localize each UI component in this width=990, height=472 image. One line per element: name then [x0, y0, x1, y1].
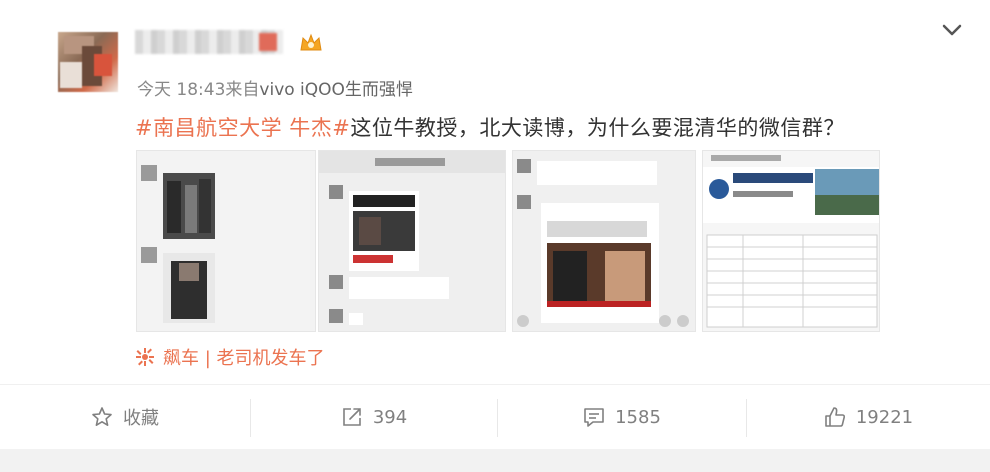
topic-sublabel: 老司机发车了	[216, 348, 325, 369]
favorite-button[interactable]: 收藏	[0, 385, 250, 449]
topic-label: 飙车	[163, 348, 199, 369]
favorite-label: 收藏	[123, 408, 159, 429]
like-button[interactable]: 19221	[747, 385, 990, 449]
chevron-down-icon[interactable]	[938, 16, 966, 44]
comment-button[interactable]: 1585	[498, 385, 746, 449]
hashtag-link[interactable]: #南昌航空大学 牛杰#	[135, 116, 350, 140]
post-meta: 今天 18:43来自vivo iQOO生而强悍	[137, 75, 413, 100]
post-from-label: 来自	[225, 80, 260, 100]
image-thumbnail-2[interactable]	[318, 150, 506, 332]
crown-icon[interactable]	[298, 32, 324, 54]
bottom-strip	[0, 449, 990, 472]
post-body: 这位牛教授，北大读博，为什么要混清华的微信群？	[350, 116, 845, 140]
post-time[interactable]: 今天 18:43	[137, 80, 225, 100]
gear-icon	[136, 348, 154, 366]
weibo-post-card: 今天 18:43来自vivo iQOO生而强悍 #南昌航空大学 牛杰#这位牛教授…	[0, 0, 990, 472]
topic-tag[interactable]: 飙车 | 老司机发车了	[135, 344, 325, 370]
image-thumbnail-3[interactable]	[512, 150, 696, 332]
share-icon	[343, 408, 361, 426]
post-text: #南昌航空大学 牛杰#这位牛教授，北大读博，为什么要混清华的微信群？	[135, 112, 845, 142]
comment-icon	[584, 408, 604, 427]
repost-count: 394	[372, 406, 408, 428]
post-source[interactable]: vivo iQOO生而强悍	[259, 80, 413, 100]
image-thumbnail-1[interactable]	[136, 150, 316, 332]
action-bar: 收藏 394 1585 19221	[0, 385, 990, 449]
image-thumbnail-4[interactable]	[702, 150, 880, 332]
like-count: 19221	[855, 406, 914, 428]
thumbs-up-icon	[825, 407, 845, 427]
avatar[interactable]	[58, 32, 118, 92]
topic-separator: |	[204, 348, 211, 369]
comment-count: 1585	[615, 406, 661, 428]
username-badge-blurred	[259, 33, 277, 51]
repost-button[interactable]: 394	[251, 385, 497, 449]
star-icon	[92, 407, 112, 426]
